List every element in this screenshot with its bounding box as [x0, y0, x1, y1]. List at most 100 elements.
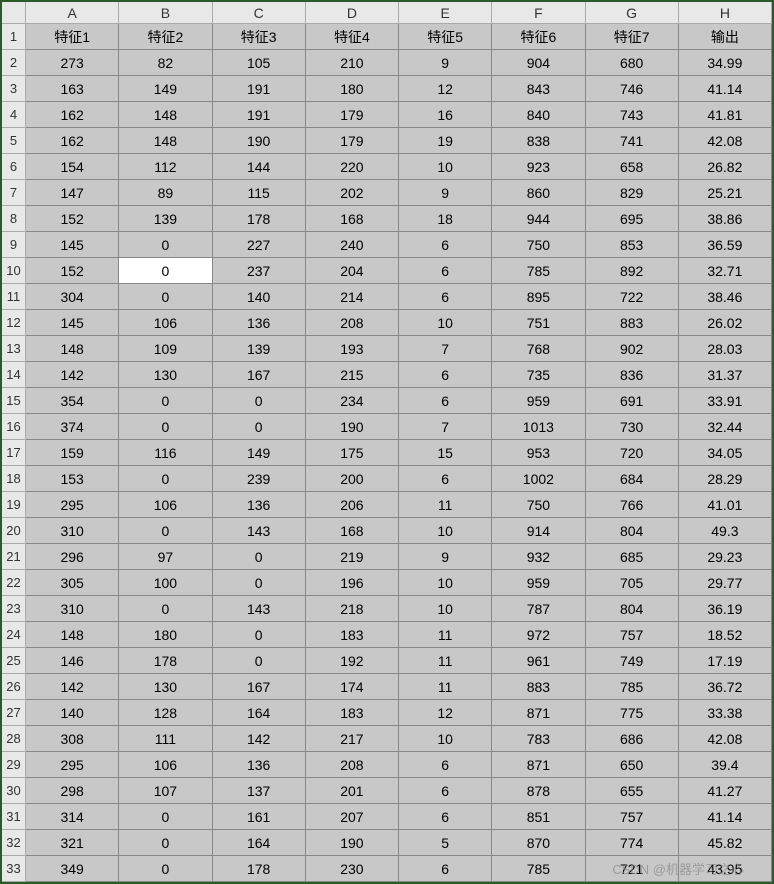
cell[interactable]: 111 — [119, 726, 212, 752]
cell[interactable]: 914 — [492, 518, 585, 544]
cell[interactable]: 特征2 — [119, 24, 212, 50]
cell[interactable]: 972 — [492, 622, 585, 648]
cell[interactable]: 650 — [586, 752, 679, 778]
cell[interactable]: 308 — [26, 726, 119, 752]
cell[interactable]: 39.4 — [679, 752, 772, 778]
cell[interactable]: 1002 — [492, 466, 585, 492]
cell[interactable]: 239 — [213, 466, 306, 492]
cell[interactable]: 6 — [399, 778, 492, 804]
cell[interactable]: 36.19 — [679, 596, 772, 622]
cell[interactable]: 902 — [586, 336, 679, 362]
row-header-26[interactable]: 26 — [2, 674, 26, 700]
cell[interactable]: 106 — [119, 492, 212, 518]
row-header-17[interactable]: 17 — [2, 440, 26, 466]
cell[interactable]: 829 — [586, 180, 679, 206]
cell[interactable]: 871 — [492, 700, 585, 726]
cell[interactable]: 11 — [399, 674, 492, 700]
row-header-32[interactable]: 32 — [2, 830, 26, 856]
cell[interactable]: 219 — [306, 544, 399, 570]
cell[interactable]: 18 — [399, 206, 492, 232]
cell[interactable]: 31.37 — [679, 362, 772, 388]
cell[interactable]: 特征7 — [586, 24, 679, 50]
cell[interactable]: 0 — [213, 648, 306, 674]
cell[interactable]: 115 — [213, 180, 306, 206]
cell[interactable]: 374 — [26, 414, 119, 440]
cell[interactable]: 190 — [306, 414, 399, 440]
cell[interactable]: 686 — [586, 726, 679, 752]
cell[interactable]: 106 — [119, 752, 212, 778]
cell[interactable]: 843 — [492, 76, 585, 102]
cell[interactable]: 6 — [399, 466, 492, 492]
cell[interactable]: 0 — [119, 804, 212, 830]
cell[interactable]: 214 — [306, 284, 399, 310]
row-header-4[interactable]: 4 — [2, 102, 26, 128]
cell[interactable]: 49.3 — [679, 518, 772, 544]
cell[interactable]: 749 — [586, 648, 679, 674]
cell[interactable]: 892 — [586, 258, 679, 284]
cell[interactable]: 162 — [26, 128, 119, 154]
cell[interactable]: 特征1 — [26, 24, 119, 50]
cell[interactable]: 6 — [399, 804, 492, 830]
row-header-7[interactable]: 7 — [2, 180, 26, 206]
cell[interactable]: 130 — [119, 674, 212, 700]
row-header-25[interactable]: 25 — [2, 648, 26, 674]
cell[interactable]: 26.82 — [679, 154, 772, 180]
cell[interactable]: 7 — [399, 414, 492, 440]
cell[interactable]: 161 — [213, 804, 306, 830]
cell[interactable]: 128 — [119, 700, 212, 726]
cell[interactable]: 202 — [306, 180, 399, 206]
cell[interactable]: 757 — [586, 804, 679, 830]
cell[interactable]: 142 — [26, 362, 119, 388]
row-header-21[interactable]: 21 — [2, 544, 26, 570]
cell[interactable]: 217 — [306, 726, 399, 752]
row-header-14[interactable]: 14 — [2, 362, 26, 388]
cell[interactable]: 684 — [586, 466, 679, 492]
cell[interactable]: 215 — [306, 362, 399, 388]
cell[interactable]: 6 — [399, 232, 492, 258]
cell[interactable]: 112 — [119, 154, 212, 180]
cell[interactable]: 145 — [26, 232, 119, 258]
cell[interactable]: 152 — [26, 258, 119, 284]
cell[interactable]: 10 — [399, 154, 492, 180]
cell[interactable]: 321 — [26, 830, 119, 856]
cell[interactable]: 191 — [213, 76, 306, 102]
cell[interactable]: 787 — [492, 596, 585, 622]
cell[interactable]: 15 — [399, 440, 492, 466]
cell[interactable]: 136 — [213, 492, 306, 518]
cell[interactable]: 28.29 — [679, 466, 772, 492]
cell[interactable]: 6 — [399, 856, 492, 882]
cell[interactable]: 136 — [213, 310, 306, 336]
cell[interactable]: 152 — [26, 206, 119, 232]
cell[interactable]: 147 — [26, 180, 119, 206]
cell[interactable]: 860 — [492, 180, 585, 206]
cell[interactable]: 148 — [119, 102, 212, 128]
cell[interactable]: 16 — [399, 102, 492, 128]
cell[interactable]: 883 — [492, 674, 585, 700]
cell[interactable]: 204 — [306, 258, 399, 284]
cell[interactable]: 1013 — [492, 414, 585, 440]
cell[interactable]: 179 — [306, 128, 399, 154]
cell[interactable]: 100 — [119, 570, 212, 596]
cell[interactable]: 10 — [399, 726, 492, 752]
row-header-8[interactable]: 8 — [2, 206, 26, 232]
cell[interactable]: 751 — [492, 310, 585, 336]
cell[interactable]: 206 — [306, 492, 399, 518]
cell[interactable]: 167 — [213, 674, 306, 700]
cell[interactable]: 190 — [213, 128, 306, 154]
cell[interactable]: 106 — [119, 310, 212, 336]
cell[interactable]: 923 — [492, 154, 585, 180]
cell[interactable]: 154 — [26, 154, 119, 180]
cell[interactable]: 168 — [306, 206, 399, 232]
row-header-18[interactable]: 18 — [2, 466, 26, 492]
cell[interactable]: 6 — [399, 258, 492, 284]
cell[interactable]: 0 — [119, 596, 212, 622]
cell[interactable]: 838 — [492, 128, 585, 154]
row-header-31[interactable]: 31 — [2, 804, 26, 830]
cell[interactable]: 0 — [213, 388, 306, 414]
cell[interactable]: 6 — [399, 388, 492, 414]
cell[interactable]: 720 — [586, 440, 679, 466]
cell[interactable]: 148 — [26, 336, 119, 362]
cell[interactable]: 680 — [586, 50, 679, 76]
row-header-20[interactable]: 20 — [2, 518, 26, 544]
cell[interactable]: 730 — [586, 414, 679, 440]
